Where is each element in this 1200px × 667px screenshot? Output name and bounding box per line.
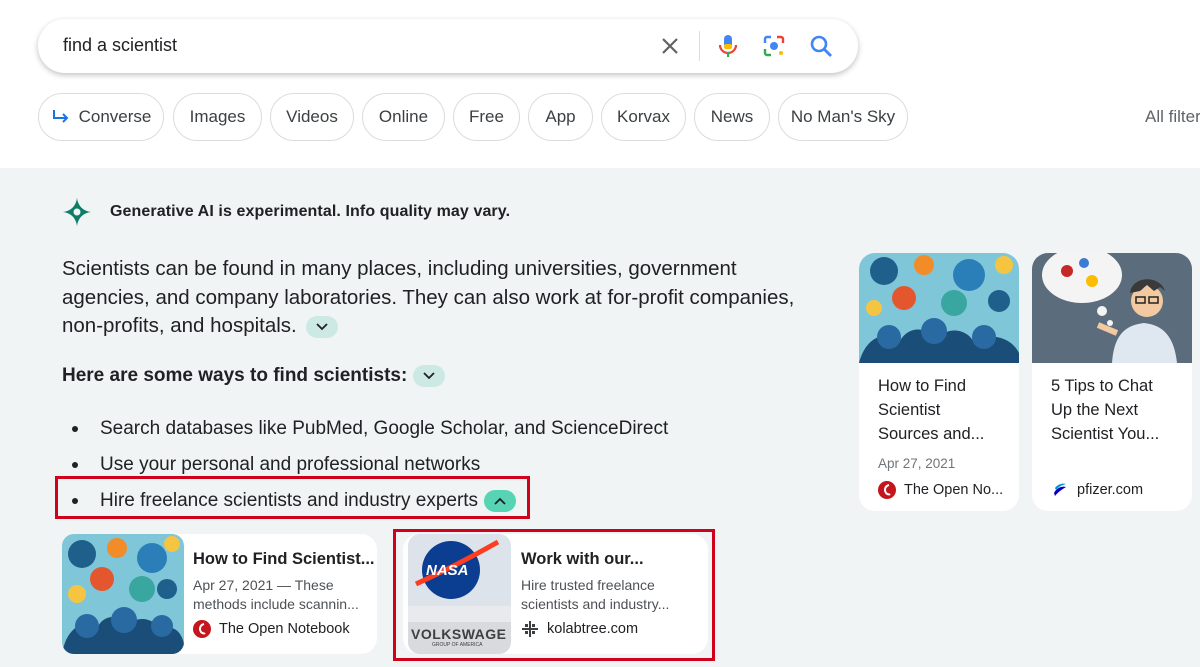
chip-label: App bbox=[545, 107, 576, 126]
ways-heading: Here are some ways to find scientists: bbox=[62, 365, 446, 387]
source-site: The Open Notebook bbox=[193, 620, 350, 638]
open-notebook-favicon-icon bbox=[193, 620, 211, 638]
nasa-volkswagen-thumbnail: NASA VOLKSWAGE GROUP OF AMERICA bbox=[408, 534, 511, 654]
clear-icon[interactable] bbox=[658, 34, 682, 58]
list-item-text: Search databases like PubMed, Google Sch… bbox=[100, 418, 669, 439]
chevron-down-icon bbox=[423, 372, 435, 380]
chip-free[interactable]: Free bbox=[453, 93, 520, 141]
converse-arrow-icon bbox=[52, 110, 69, 123]
ways-heading-text: Here are some ways to find scientists: bbox=[62, 365, 408, 386]
ai-summary: Scientists can be found in many places, … bbox=[62, 255, 802, 341]
microphone-icon[interactable] bbox=[716, 33, 740, 59]
list-item: Search databases like PubMed, Google Sch… bbox=[62, 411, 668, 447]
chip-no-mans-sky[interactable]: No Man's Sky bbox=[778, 93, 908, 141]
search-input[interactable]: find a scientist bbox=[63, 35, 177, 56]
side-card-site-name: pfizer.com bbox=[1077, 482, 1144, 498]
source-site-name: kolabtree.com bbox=[547, 621, 639, 637]
scientist-heads-thumbnail bbox=[859, 253, 1019, 363]
source-title[interactable]: Work with our... bbox=[521, 550, 644, 569]
side-card-site: pfizer.com bbox=[1051, 481, 1143, 499]
source-card-kolabtree[interactable]: NASA VOLKSWAGE GROUP OF AMERICA Work wit… bbox=[403, 534, 708, 654]
all-filters-button[interactable]: All filters bbox=[1145, 107, 1200, 127]
source-site-name: The Open Notebook bbox=[219, 621, 350, 637]
chevron-down-icon bbox=[316, 322, 329, 330]
chip-label: Online bbox=[378, 107, 429, 126]
source-desc-line1: Apr 27, 2021 — These bbox=[193, 577, 334, 593]
side-card-open-notebook[interactable]: How to Find Scientist Sources and... Apr… bbox=[859, 253, 1019, 511]
ways-expand-button[interactable] bbox=[413, 365, 446, 387]
list-item-text: Use your personal and professional netwo… bbox=[100, 454, 481, 475]
chip-app[interactable]: App bbox=[528, 93, 593, 141]
bullet-dot bbox=[72, 462, 78, 468]
search-icon[interactable] bbox=[808, 33, 834, 59]
source-site: kolabtree.com bbox=[521, 620, 638, 638]
highlight-box-bullet bbox=[55, 476, 530, 519]
chip-online[interactable]: Online bbox=[362, 93, 445, 141]
source-desc-line2: methods include scannin... bbox=[193, 596, 359, 612]
summary-expand-button[interactable] bbox=[306, 315, 339, 338]
generative-ai-icon bbox=[63, 198, 91, 226]
side-card-title-line3[interactable]: Sources and... bbox=[878, 422, 984, 446]
chip-label: No Man's Sky bbox=[790, 107, 896, 126]
chip-label: Videos bbox=[286, 107, 338, 126]
scientist-cartoon-thumbnail bbox=[1032, 253, 1192, 363]
chip-label: Korvax bbox=[617, 107, 670, 126]
ai-disclaimer-text: Generative AI is experimental. Info qual… bbox=[110, 203, 511, 220]
volkswagen-logo-text: VOLKSWAGE bbox=[411, 626, 507, 642]
side-card-title-line3[interactable]: Scientist You... bbox=[1051, 422, 1159, 446]
search-bar[interactable]: find a scientist bbox=[38, 19, 858, 73]
chip-label: Converse bbox=[78, 107, 152, 126]
side-card-title-line1[interactable]: 5 Tips to Chat bbox=[1051, 374, 1153, 398]
chip-label: Free bbox=[469, 107, 504, 126]
side-card-title-line1[interactable]: How to Find bbox=[878, 374, 966, 398]
ai-summary-text: Scientists can be found in many places, … bbox=[62, 257, 795, 337]
chip-news[interactable]: News bbox=[694, 93, 770, 141]
source-desc-line1: Hire trusted freelance bbox=[521, 577, 655, 593]
nasa-logo-text: NASA bbox=[426, 562, 469, 579]
volkswagen-logo-subtext: GROUP OF AMERICA bbox=[432, 642, 483, 648]
chip-videos[interactable]: Videos bbox=[270, 93, 354, 141]
source-desc-line2: scientists and industry... bbox=[521, 596, 670, 612]
chip-label: News bbox=[710, 107, 754, 126]
ai-disclaimer: Generative AI is experimental. Info qual… bbox=[62, 197, 510, 227]
source-title[interactable]: How to Find Scientist... bbox=[193, 550, 375, 569]
side-card-date: Apr 27, 2021 bbox=[878, 456, 956, 471]
chip-korvax[interactable]: Korvax bbox=[601, 93, 686, 141]
chip-converse[interactable]: Converse bbox=[38, 93, 164, 141]
side-card-pfizer[interactable]: 5 Tips to Chat Up the Next Scientist You… bbox=[1032, 253, 1192, 511]
kolabtree-favicon-icon bbox=[522, 621, 538, 637]
side-card-site-name: The Open No... bbox=[904, 482, 1004, 498]
side-card-title-line2[interactable]: Up the Next bbox=[1051, 398, 1138, 422]
chip-label: Images bbox=[189, 107, 246, 126]
side-card-site: The Open No... bbox=[878, 481, 1003, 499]
google-lens-icon[interactable] bbox=[762, 34, 786, 58]
bullet-dot bbox=[72, 426, 78, 432]
chip-images[interactable]: Images bbox=[173, 93, 262, 141]
scientist-heads-thumbnail bbox=[62, 534, 184, 654]
search-divider bbox=[699, 31, 700, 61]
source-card-open-notebook[interactable]: How to Find Scientist... Apr 27, 2021 — … bbox=[62, 534, 377, 654]
open-notebook-favicon-icon bbox=[878, 481, 896, 499]
side-card-title-line2[interactable]: Scientist bbox=[878, 398, 940, 422]
pfizer-favicon-icon bbox=[1054, 483, 1066, 496]
